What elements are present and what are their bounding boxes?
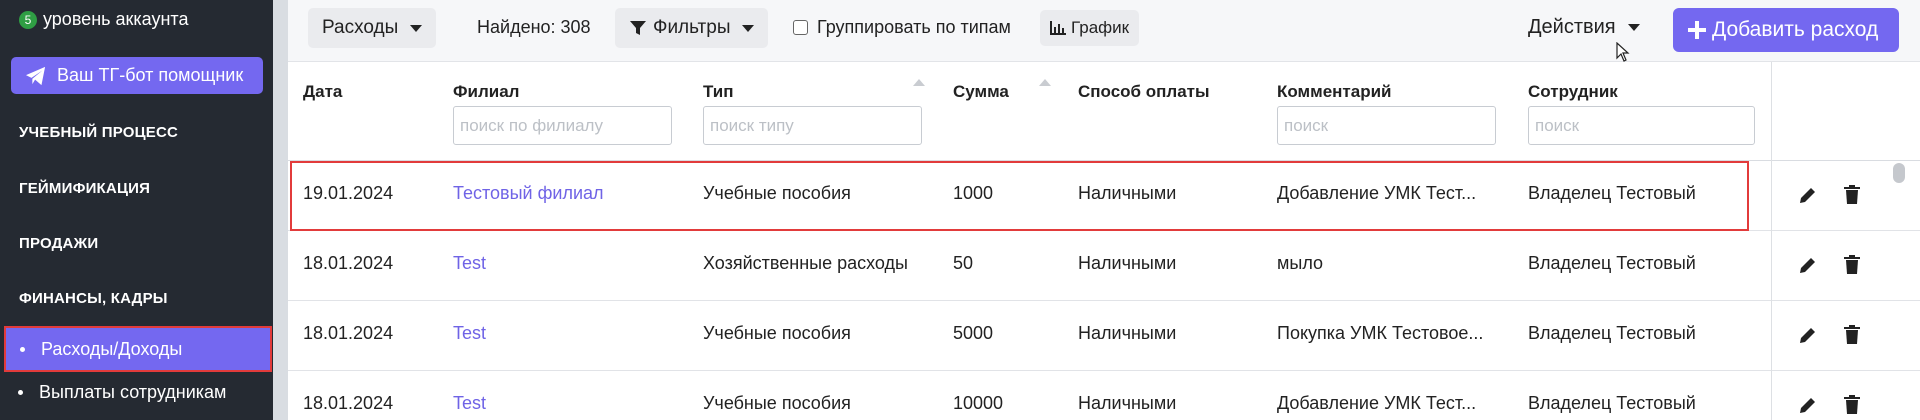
sidebar-item-label: Выплаты сотрудникам: [39, 382, 227, 402]
sidebar-item-label: Расходы/Доходы: [41, 338, 183, 359]
type-select-label: Расходы: [322, 17, 399, 38]
branch-filter-input[interactable]: [453, 106, 672, 145]
chart-button[interactable]: График: [1040, 10, 1140, 46]
cell-payment: Наличными: [1078, 323, 1177, 343]
group-by-type-checkbox[interactable]: [793, 20, 808, 35]
selected-row-highlight: [290, 161, 1749, 231]
bullet-icon: [20, 346, 25, 352]
employee-filter-input[interactable]: [1528, 106, 1755, 145]
nav-section-finance[interactable]: ФИНАНСЫ, КАДРЫ: [19, 290, 168, 307]
toolbar: Расходы Найдено: 308 Фильтры Группироват…: [288, 0, 1920, 62]
sidebar-item-expenses-income[interactable]: Расходы/Доходы: [4, 326, 272, 372]
cell-comment: Покупка УМК Тестовое...: [1277, 323, 1484, 343]
column-header-payment[interactable]: Способ оплаты: [1078, 82, 1210, 102]
cell-comment: мыло: [1277, 253, 1324, 273]
cell-branch-link[interactable]: Test: [453, 253, 486, 274]
cell-date: 18.01.2024: [303, 323, 394, 343]
nav-section-sales[interactable]: ПРОДАЖИ: [19, 235, 98, 252]
telegram-icon: [26, 66, 46, 85]
table-row[interactable]: 18.01.2024 Test Хозяйственные расходы 50…: [288, 231, 1771, 301]
cell-employee: Владелец Тестовый: [1528, 253, 1696, 273]
cell-payment: Наличными: [1078, 393, 1177, 413]
chart-label: График: [1071, 18, 1130, 37]
column-header-branch[interactable]: Филиал: [453, 82, 519, 102]
group-by-type-toggle[interactable]: Группировать по типам: [793, 17, 1011, 38]
actions-label: Действия: [1528, 16, 1616, 38]
type-filter-input[interactable]: [703, 106, 922, 145]
bullet-icon: [18, 390, 23, 395]
account-level[interactable]: 5 уровень аккаунта: [19, 9, 188, 30]
cell-amount: 50: [953, 253, 974, 273]
table-row[interactable]: 18.01.2024 Test Учебные пособия 10000 На…: [288, 371, 1771, 420]
edit-pencil-icon[interactable]: [1798, 325, 1818, 345]
comment-filter-input[interactable]: [1277, 106, 1496, 145]
cell-date: 18.01.2024: [303, 393, 394, 413]
account-level-label: уровень аккаунта: [43, 9, 189, 29]
filters-dropdown[interactable]: Фильтры: [615, 8, 769, 48]
sort-asc-icon[interactable]: [1039, 79, 1051, 86]
cell-type: Учебные пособия: [703, 393, 851, 413]
cell-amount: 10000: [953, 393, 1004, 413]
cell-employee: Владелец Тестовый: [1528, 323, 1696, 343]
telegram-bot-button[interactable]: Ваш ТГ-бот помощник: [11, 57, 263, 94]
group-by-type-label: Группировать по типам: [817, 17, 1011, 37]
scrollbar-thumb[interactable]: [1893, 163, 1905, 183]
row-actions: [1772, 301, 1920, 371]
cell-type: Хозяйственные расходы: [703, 253, 908, 273]
chevron-down-icon: [410, 24, 423, 32]
column-header-type[interactable]: Тип: [703, 82, 733, 102]
edit-pencil-icon[interactable]: [1798, 185, 1818, 205]
telegram-bot-label: Ваш ТГ-бот помощник: [57, 65, 244, 85]
actions-dropdown[interactable]: Действия: [1528, 16, 1640, 39]
cell-date: 18.01.2024: [303, 253, 394, 273]
sidebar-divider: [273, 0, 288, 420]
cell-payment: Наличными: [1078, 253, 1177, 273]
edit-pencil-icon[interactable]: [1798, 395, 1818, 415]
trash-icon[interactable]: [1844, 395, 1860, 415]
plus-icon: [1688, 21, 1706, 39]
trash-icon[interactable]: [1844, 325, 1860, 345]
account-level-badge: 5: [19, 10, 37, 29]
trash-icon[interactable]: [1844, 255, 1860, 275]
sidebar-item-employee-payments[interactable]: Выплаты сотрудникам: [18, 382, 226, 403]
cell-comment: Добавление УМК Тест...: [1277, 393, 1477, 413]
bar-chart-icon: [1050, 21, 1066, 35]
add-expense-button[interactable]: Добавить расход: [1673, 8, 1899, 52]
table-header: Дата Филиал Тип Сумма Способ оплаты Комм…: [288, 62, 1920, 161]
chevron-down-icon: [742, 24, 755, 32]
cell-employee: Владелец Тестовый: [1528, 393, 1696, 413]
cell-branch-link[interactable]: Test: [453, 393, 486, 414]
table-row[interactable]: 18.01.2024 Test Учебные пособия 5000 Нал…: [288, 301, 1771, 371]
found-count: Найдено: 308: [477, 17, 591, 37]
edit-pencil-icon[interactable]: [1798, 255, 1818, 275]
filter-icon: [630, 21, 646, 35]
column-header-employee[interactable]: Сотрудник: [1528, 82, 1618, 102]
row-actions: [1772, 371, 1920, 420]
column-header-amount[interactable]: Сумма: [953, 82, 1009, 102]
sidebar: 5 уровень аккаунта Ваш ТГ-бот помощник У…: [0, 0, 273, 420]
nav-section-gamification[interactable]: ГЕЙМИФИКАЦИЯ: [19, 180, 150, 197]
column-header-date[interactable]: Дата: [303, 82, 342, 102]
column-header-comment[interactable]: Комментарий: [1277, 82, 1391, 102]
mouse-cursor-icon: [1616, 42, 1630, 62]
add-expense-label: Добавить расход: [1712, 18, 1879, 41]
filters-label: Фильтры: [653, 17, 731, 38]
sort-asc-icon[interactable]: [913, 79, 925, 86]
chevron-down-icon: [1627, 24, 1640, 31]
nav-section-learning[interactable]: УЧЕБНЫЙ ПРОЦЕСС: [19, 124, 178, 141]
cell-type: Учебные пособия: [703, 323, 851, 343]
row-actions: [1772, 231, 1920, 301]
cell-branch-link[interactable]: Test: [453, 323, 486, 344]
type-select-dropdown[interactable]: Расходы: [308, 8, 437, 48]
trash-icon[interactable]: [1844, 185, 1860, 205]
cell-amount: 5000: [953, 323, 994, 343]
